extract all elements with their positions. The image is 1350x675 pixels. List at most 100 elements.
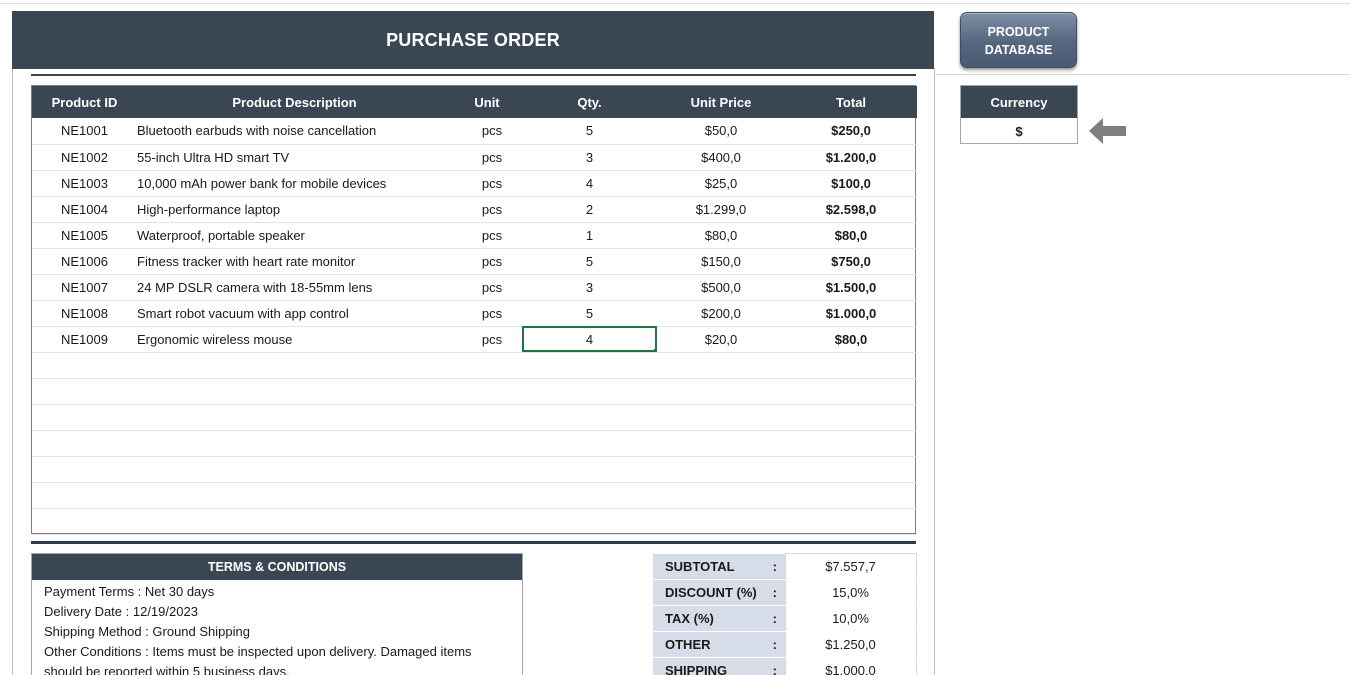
empty-cell[interactable] [137,508,452,535]
qty-cell[interactable]: 5 [522,248,657,275]
empty-table-row[interactable] [32,352,917,379]
col-unit-price[interactable]: Unit Price [657,86,785,118]
empty-cell[interactable] [785,352,917,379]
unit-cell[interactable]: pcs [452,222,522,249]
unit-cell[interactable]: pcs [452,118,522,145]
terms-other-conditions[interactable]: Other Conditions : Items must be inspect… [44,642,510,675]
terms-delivery-date[interactable]: Delivery Date : 12/19/2023 [44,602,510,622]
col-product-id[interactable]: Product ID [32,86,137,118]
empty-cell[interactable] [657,352,785,379]
empty-table-row[interactable] [32,456,917,483]
unit-cell[interactable]: pcs [452,248,522,275]
product-description-cell[interactable]: 10,000 mAh power bank for mobile devices [137,170,452,197]
empty-cell[interactable] [32,430,137,457]
summary-value[interactable]: $1.250,0 [784,631,917,658]
product-description-cell[interactable]: High-performance laptop [137,196,452,223]
terms-shipping-method[interactable]: Shipping Method : Ground Shipping [44,622,510,642]
product-description-cell[interactable]: Fitness tracker with heart rate monitor [137,248,452,275]
unit-cell[interactable]: pcs [452,300,522,327]
unit-price-cell[interactable]: $200,0 [657,300,785,327]
empty-cell[interactable] [137,430,452,457]
empty-cell[interactable] [657,508,785,535]
qty-cell[interactable]: 4 [522,326,657,353]
empty-cell[interactable] [452,430,522,457]
product-id-cell[interactable]: NE1008 [32,300,137,327]
total-cell[interactable]: $1.500,0 [785,274,917,301]
empty-cell[interactable] [137,378,452,405]
empty-cell[interactable] [137,456,452,483]
product-database-button[interactable]: PRODUCT DATABASE [960,12,1077,68]
product-id-cell[interactable]: NE1005 [32,222,137,249]
qty-cell[interactable]: 1 [522,222,657,249]
terms-payment[interactable]: Payment Terms : Net 30 days [44,582,510,602]
product-description-cell[interactable]: Bluetooth earbuds with noise cancellatio… [137,118,452,145]
unit-price-cell[interactable]: $1.299,0 [657,196,785,223]
empty-cell[interactable] [785,404,917,431]
unit-cell[interactable]: pcs [452,144,522,171]
qty-cell[interactable]: 5 [522,300,657,327]
empty-cell[interactable] [522,378,657,405]
unit-price-cell[interactable]: $80,0 [657,222,785,249]
unit-cell[interactable]: pcs [452,274,522,301]
empty-cell[interactable] [137,352,452,379]
empty-cell[interactable] [657,430,785,457]
total-cell[interactable]: $750,0 [785,248,917,275]
summary-value[interactable]: 10,0% [784,605,917,632]
empty-cell[interactable] [32,482,137,509]
unit-cell[interactable]: pcs [452,170,522,197]
empty-cell[interactable] [452,404,522,431]
unit-price-cell[interactable]: $500,0 [657,274,785,301]
empty-cell[interactable] [522,482,657,509]
empty-cell[interactable] [32,352,137,379]
empty-cell[interactable] [32,508,137,535]
empty-cell[interactable] [785,508,917,535]
empty-table-row[interactable] [32,482,917,509]
empty-cell[interactable] [522,352,657,379]
product-id-cell[interactable]: NE1004 [32,196,137,223]
empty-cell[interactable] [522,404,657,431]
empty-cell[interactable] [657,404,785,431]
empty-cell[interactable] [32,404,137,431]
qty-cell[interactable]: 4 [522,170,657,197]
unit-price-cell[interactable]: $25,0 [657,170,785,197]
summary-value[interactable]: $1.000,0 [784,657,917,675]
col-unit[interactable]: Unit [452,86,522,118]
empty-table-row[interactable] [32,404,917,431]
empty-table-row[interactable] [32,430,917,457]
empty-cell[interactable] [785,378,917,405]
empty-cell[interactable] [452,508,522,535]
empty-cell[interactable] [452,482,522,509]
summary-value[interactable]: 15,0% [784,579,917,606]
total-cell[interactable]: $1.200,0 [785,144,917,171]
total-cell[interactable]: $1.000,0 [785,300,917,327]
empty-table-row[interactable] [32,508,917,535]
empty-cell[interactable] [32,378,137,405]
product-description-cell[interactable]: Smart robot vacuum with app control [137,300,452,327]
unit-price-cell[interactable]: $20,0 [657,326,785,353]
product-id-cell[interactable]: NE1006 [32,248,137,275]
qty-cell[interactable]: 5 [522,118,657,145]
empty-cell[interactable] [32,456,137,483]
product-description-cell[interactable]: Waterproof, portable speaker [137,222,452,249]
empty-cell[interactable] [522,456,657,483]
empty-cell[interactable] [522,430,657,457]
product-id-cell[interactable]: NE1001 [32,118,137,145]
empty-cell[interactable] [452,456,522,483]
qty-cell[interactable]: 2 [522,196,657,223]
total-cell[interactable]: $2.598,0 [785,196,917,223]
currency-value-cell[interactable]: $ [961,118,1077,144]
empty-cell[interactable] [137,482,452,509]
unit-price-cell[interactable]: $400,0 [657,144,785,171]
product-description-cell[interactable]: Ergonomic wireless mouse [137,326,452,353]
empty-cell[interactable] [657,456,785,483]
empty-cell[interactable] [785,482,917,509]
col-total[interactable]: Total [785,86,917,118]
empty-cell[interactable] [522,508,657,535]
empty-cell[interactable] [657,482,785,509]
product-id-cell[interactable]: NE1009 [32,326,137,353]
unit-cell[interactable]: pcs [452,326,522,353]
empty-cell[interactable] [452,352,522,379]
total-cell[interactable]: $80,0 [785,222,917,249]
empty-cell[interactable] [785,430,917,457]
empty-cell[interactable] [452,378,522,405]
